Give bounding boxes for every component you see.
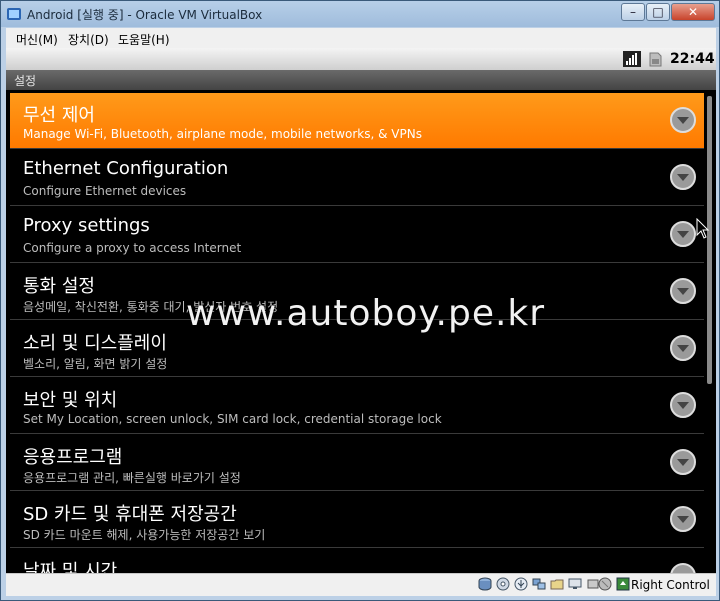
settings-item-title: 보안 및 위치 — [23, 390, 118, 411]
menu-bar: 머신(M) 장치(D) 도움말(H) — [6, 28, 716, 48]
settings-item-title: 통화 설정 — [23, 276, 95, 297]
host-key-arrow-icon[interactable] — [616, 577, 630, 591]
maximize-button[interactable]: □ — [646, 3, 670, 21]
menu-machine[interactable]: 머신(M) — [16, 31, 58, 48]
network-icon[interactable] — [532, 577, 546, 591]
settings-item-date-time[interactable]: 날짜 및 시간 — [10, 549, 704, 573]
chevron-down-icon — [670, 335, 696, 361]
page-title: 설정 — [14, 74, 37, 88]
settings-item-title: SD 카드 및 휴대폰 저장공간 — [23, 504, 237, 525]
settings-item-title: 소리 및 디스플레이 — [23, 333, 167, 354]
list-scrollbar[interactable] — [707, 96, 712, 384]
signal-icon — [623, 51, 641, 67]
settings-item-subtitle: 응용프로그램 관리, 빠른실행 바로가기 설정 — [23, 471, 241, 485]
usb-icon[interactable] — [514, 577, 528, 591]
mouse-integration-icon[interactable] — [598, 577, 612, 591]
settings-header: 설정 — [6, 70, 716, 90]
mouse-cursor-icon — [696, 218, 710, 239]
window-title: Android [실행 중] - Oracle VM VirtualBox — [27, 8, 263, 22]
settings-item-subtitle: 벨소리, 알림, 화면 밝기 설정 — [23, 357, 168, 371]
host-key-label: Right Control — [631, 578, 710, 592]
chevron-down-icon — [670, 506, 696, 532]
menu-devices[interactable]: 장치(D) — [68, 31, 109, 48]
settings-item-subtitle: SD 카드 마운트 해제, 사용가능한 저장공간 보기 — [23, 528, 266, 542]
display-icon[interactable] — [568, 577, 582, 591]
sd-card-icon — [649, 52, 662, 67]
close-button[interactable]: ✕ — [671, 3, 715, 21]
chevron-down-icon — [670, 449, 696, 475]
settings-item-applications[interactable]: 응용프로그램 응용프로그램 관리, 빠른실행 바로가기 설정 — [10, 435, 704, 491]
settings-item-subtitle: Manage Wi-Fi, Bluetooth, airplane mode, … — [23, 127, 422, 141]
settings-item-subtitle: Configure a proxy to access Internet — [23, 241, 242, 255]
settings-item-title: 날짜 및 시간 — [23, 561, 118, 573]
virtualbox-window: Android [실행 중] - Oracle VM VirtualBox – … — [0, 0, 720, 601]
settings-item-wireless[interactable]: 무선 제어 Manage Wi-Fi, Bluetooth, airplane … — [10, 93, 704, 149]
android-screen[interactable]: 22:44 설정 무선 제어 Manage Wi-Fi, Bluetooth, … — [6, 48, 716, 573]
settings-item-title: Proxy settings — [23, 215, 150, 236]
virtualbox-status-bar: Right Control — [6, 573, 716, 596]
chevron-down-icon — [670, 107, 696, 133]
optical-drive-icon[interactable] — [496, 577, 510, 591]
chevron-down-icon — [670, 221, 696, 247]
shared-folder-icon[interactable] — [550, 577, 564, 591]
chevron-down-icon — [670, 392, 696, 418]
settings-item-ethernet[interactable]: Ethernet Configuration Configure Etherne… — [10, 150, 704, 206]
hard-disk-icon[interactable] — [478, 577, 492, 591]
watermark-text: www.autoboy.pe.kr — [186, 293, 546, 334]
chevron-down-icon — [670, 563, 696, 573]
minimize-button[interactable]: – — [621, 3, 645, 21]
settings-item-subtitle: Set My Location, screen unlock, SIM card… — [23, 412, 442, 426]
android-status-bar: 22:44 — [6, 48, 716, 70]
settings-item-title: 무선 제어 — [23, 105, 95, 126]
settings-item-security[interactable]: 보안 및 위치 Set My Location, screen unlock, … — [10, 378, 704, 434]
settings-item-title: 응용프로그램 — [23, 447, 123, 468]
settings-item-subtitle: Configure Ethernet devices — [23, 184, 187, 198]
chevron-down-icon — [670, 278, 696, 304]
settings-item-proxy[interactable]: Proxy settings Configure a proxy to acce… — [10, 207, 704, 263]
chevron-down-icon — [670, 164, 696, 190]
status-clock: 22:44 — [670, 51, 715, 67]
menu-help[interactable]: 도움말(H) — [118, 31, 170, 48]
window-title-bar[interactable]: Android [실행 중] - Oracle VM VirtualBox – … — [1, 1, 719, 27]
settings-item-title: Ethernet Configuration — [23, 158, 229, 179]
settings-item-storage[interactable]: SD 카드 및 휴대폰 저장공간 SD 카드 마운트 해제, 사용가능한 저장공… — [10, 492, 704, 548]
virtualbox-app-icon — [7, 8, 21, 20]
